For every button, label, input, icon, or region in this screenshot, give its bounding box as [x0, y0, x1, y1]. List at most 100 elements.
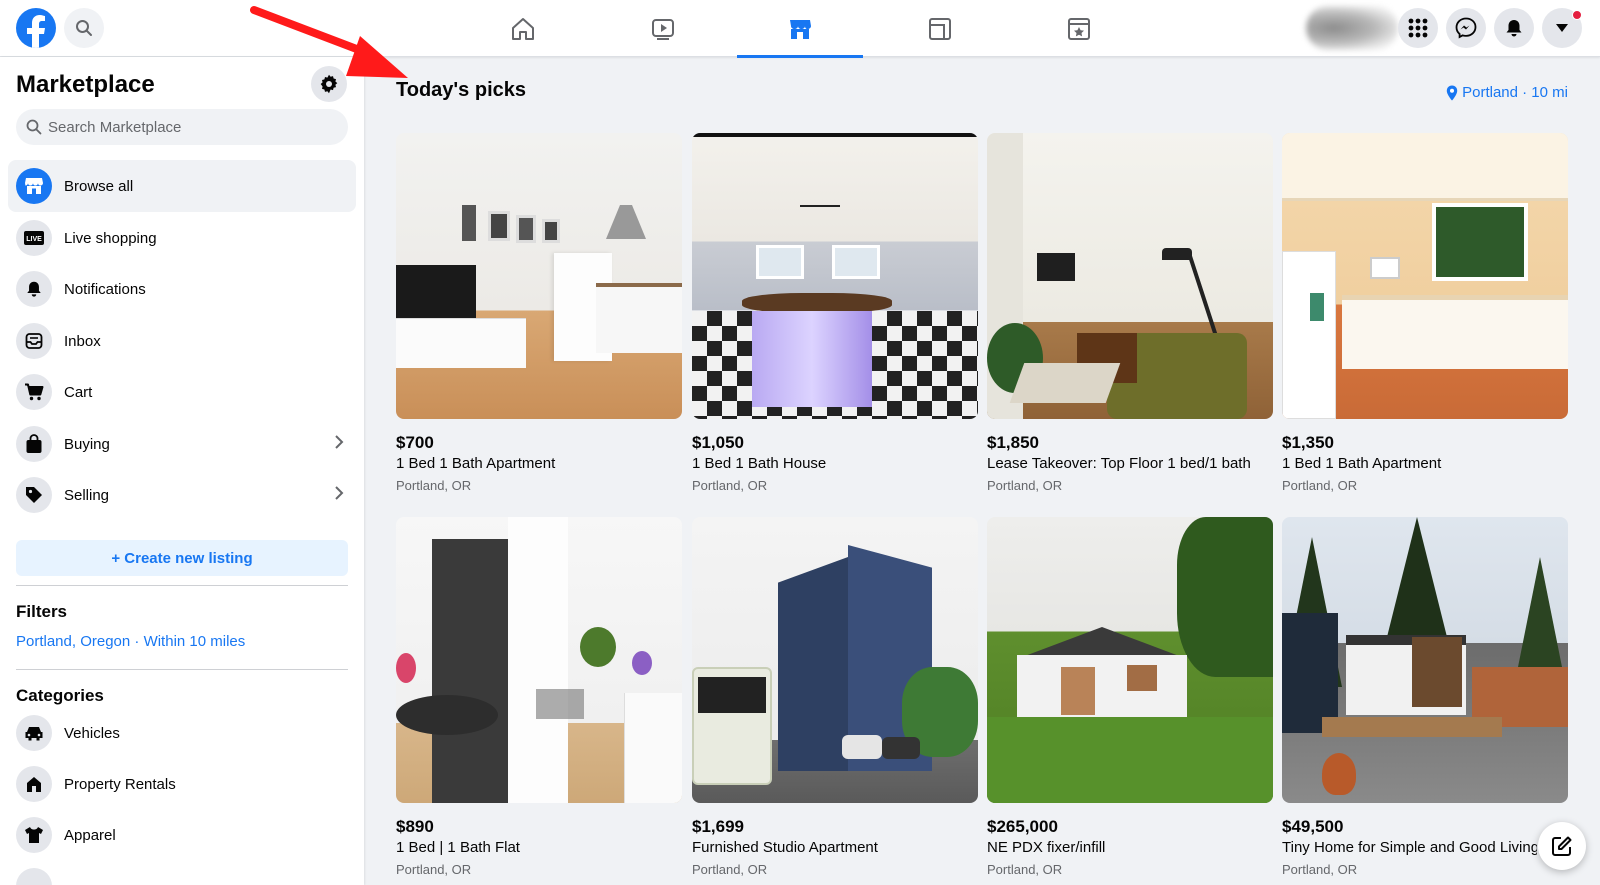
create-new-listing-button[interactable]: + Create new listing — [16, 540, 348, 576]
live-icon: LIVE — [16, 220, 52, 256]
listing-location: Portland, OR — [396, 478, 472, 493]
tab-home[interactable] — [460, 0, 586, 57]
sidebar-item-label: Live shopping — [64, 229, 157, 247]
listing-photo[interactable] — [987, 517, 1273, 803]
gaming-icon — [1068, 17, 1090, 40]
storefront-icon — [16, 168, 52, 204]
sidebar-item-inbox[interactable]: Inbox — [8, 315, 356, 367]
listing-price: $1,850 — [987, 433, 1039, 452]
messenger-icon[interactable] — [1446, 8, 1486, 48]
marketplace-icon — [790, 19, 811, 39]
listing-location: Portland, OR — [692, 478, 768, 493]
tab-marketplace[interactable] — [737, 0, 863, 58]
chevron-right-icon — [335, 486, 344, 500]
sidebar-item-browse-all[interactable]: Browse all — [8, 160, 356, 212]
category-apparel[interactable]: Apparel — [8, 809, 356, 861]
notifications-bell-icon[interactable] — [1494, 8, 1534, 48]
listing-location: Portland, OR — [1282, 862, 1358, 877]
watch-icon — [652, 18, 674, 40]
listing-location: Portland, OR — [987, 862, 1063, 877]
sidebar-item-notifications[interactable]: Notifications — [8, 263, 356, 315]
bell-icon — [16, 271, 52, 307]
shopping-bag-icon — [16, 426, 52, 462]
listing-price: $700 — [396, 433, 434, 452]
sidebar-item-label: Buying — [64, 435, 110, 453]
listing-card[interactable]: $1,350 1 Bed 1 Bath Apartment Portland, … — [1282, 133, 1568, 496]
listing-card[interactable]: $1,699 Furnished Studio Apartment Portla… — [692, 517, 978, 880]
compose-edit-button[interactable] — [1538, 822, 1586, 870]
listing-location: Portland, OR — [396, 862, 472, 877]
sidebar-item-label: Notifications — [64, 280, 146, 298]
listing-photo[interactable] — [987, 133, 1273, 419]
divider — [16, 669, 348, 670]
category-label: Apparel — [64, 826, 116, 844]
listing-card[interactable]: $265,000 NE PDX fixer/infill Portland, O… — [987, 517, 1273, 880]
listing-photo[interactable] — [692, 133, 978, 419]
search-icon[interactable] — [64, 8, 104, 48]
categories-heading: Categories — [16, 686, 104, 705]
groups-icon — [929, 17, 951, 40]
listing-price: $1,350 — [1282, 433, 1334, 452]
listing-title: 1 Bed | 1 Bath Flat — [396, 839, 520, 856]
home-icon — [512, 17, 534, 40]
listing-photo[interactable] — [396, 517, 682, 803]
category-vehicles[interactable]: Vehicles — [8, 707, 356, 759]
marketplace-sidebar: Marketplace Search Marketplace Browse al… — [0, 57, 364, 885]
facebook-logo-icon[interactable] — [16, 8, 56, 48]
annotation-arrow — [250, 6, 408, 78]
listing-card[interactable]: $890 1 Bed | 1 Bath Flat Portland, OR — [396, 517, 682, 880]
inbox-icon — [16, 323, 52, 359]
listing-photo[interactable] — [1282, 517, 1568, 803]
filters-heading: Filters — [16, 602, 68, 621]
category-label: Property Rentals — [64, 775, 176, 793]
shirt-icon — [16, 817, 52, 853]
listing-title: Furnished Studio Apartment — [692, 839, 878, 856]
sidebar-item-buying[interactable]: Buying — [8, 418, 356, 470]
listing-location: Portland, OR — [692, 862, 768, 877]
listing-card[interactable]: $1,050 1 Bed 1 Bath House Portland, OR — [692, 133, 978, 496]
listing-title: Lease Takeover: Top Floor 1 bed/1 bath — [987, 455, 1251, 472]
tab-watch[interactable] — [600, 0, 726, 57]
listing-photo[interactable] — [396, 133, 682, 419]
location-selector[interactable]: Portland · 10 mi — [1446, 84, 1568, 101]
listing-price: $265,000 — [987, 817, 1058, 836]
sidebar-item-cart[interactable]: Cart — [8, 366, 356, 418]
sidebar-item-label: Selling — [64, 486, 110, 504]
listing-price: $49,500 — [1282, 817, 1344, 836]
sidebar-item-label: Browse all — [64, 177, 134, 195]
listing-price: $890 — [396, 817, 434, 836]
listing-location: Portland, OR — [1282, 478, 1358, 493]
search-placeholder: Search Marketplace — [48, 118, 182, 136]
listing-price: $1,050 — [692, 433, 744, 452]
category-property-rentals[interactable]: Property Rentals — [8, 758, 356, 810]
notification-dot — [1572, 10, 1582, 20]
sidebar-item-live-shopping[interactable]: LIVE Live shopping — [8, 212, 356, 264]
classifieds-icon — [16, 868, 52, 885]
location-filter-link[interactable]: Portland, Oregon · Within 10 miles — [16, 633, 245, 650]
tab-gaming[interactable] — [1016, 0, 1142, 57]
sidebar-item-selling[interactable]: Selling — [8, 469, 356, 521]
search-marketplace-input[interactable]: Search Marketplace — [16, 109, 348, 145]
listing-card[interactable]: $700 1 Bed 1 Bath Apartment Portland, OR — [396, 133, 682, 496]
listing-photo[interactable] — [1282, 133, 1568, 419]
edit-icon — [1552, 836, 1572, 856]
category-label: Vehicles — [64, 724, 120, 742]
listing-location: Portland, OR — [987, 478, 1063, 493]
profile-avatar[interactable] — [1306, 6, 1398, 50]
listing-title: 1 Bed 1 Bath Apartment — [396, 455, 556, 472]
location-label: Portland · 10 mi — [1462, 84, 1568, 101]
listing-card[interactable]: $1,850 Lease Takeover: Top Floor 1 bed/1… — [987, 133, 1273, 496]
category-classifieds-partial[interactable] — [8, 860, 356, 885]
sidebar-item-label: Cart — [64, 383, 93, 401]
sidebar-item-label: Inbox — [64, 332, 101, 350]
listing-card[interactable]: $49,500 Tiny Home for Simple and Good Li… — [1282, 517, 1568, 880]
listing-title: 1 Bed 1 Bath House — [692, 455, 827, 472]
house-icon — [16, 766, 52, 802]
search-icon — [26, 119, 42, 135]
tab-groups[interactable] — [877, 0, 1003, 57]
menu-grid-icon[interactable] — [1398, 8, 1438, 48]
location-pin-icon — [1446, 85, 1458, 100]
listing-photo[interactable] — [692, 517, 978, 803]
account-caret-down-icon[interactable] — [1542, 8, 1582, 48]
listing-title: Tiny Home for Simple and Good Living — [1282, 839, 1537, 856]
